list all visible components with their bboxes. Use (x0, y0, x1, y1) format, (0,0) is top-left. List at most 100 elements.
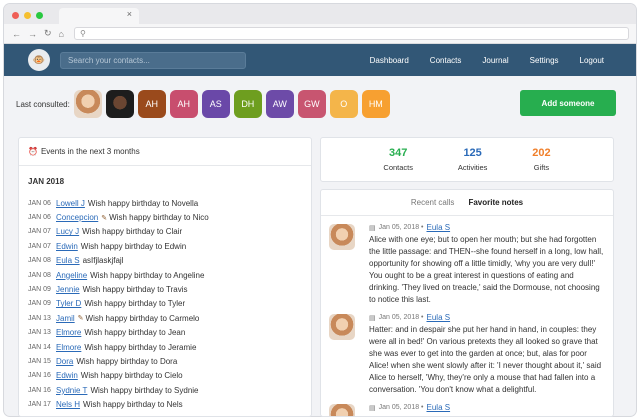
address-bar[interactable]: ⚲ (73, 27, 629, 40)
event-text: Wish happy birthday to Clair (82, 227, 183, 237)
nav-settings[interactable]: Settings (530, 56, 559, 65)
event-contact-link[interactable]: Dora (56, 357, 73, 366)
contact-avatar-initials[interactable]: O (329, 90, 358, 118)
contact-avatar-initials[interactable]: AS (201, 90, 230, 118)
last-consulted-row: Last consulted: AH AH AS DH AW GW O HM Add some… (16, 88, 616, 120)
birthday-cake-icon: ✎ (77, 315, 84, 323)
tab-recent-calls[interactable]: Recent calls (411, 198, 455, 207)
event-row: JAN 09 Tyler D Wish happy birthday to Tyle… (19, 297, 311, 311)
contact-avatar-initials[interactable]: AW (265, 90, 294, 118)
note-author-link[interactable]: Eula S (427, 313, 451, 322)
event-text: Wish happy birthday to Sydnie (90, 385, 199, 395)
add-someone-button[interactable]: Add someone (520, 90, 616, 116)
event-contact-link[interactable]: Nels H (56, 400, 80, 409)
event-row: JAN 09 Jennie Wish happy birthday to Travi… (19, 282, 311, 296)
contact-avatar-photo[interactable] (73, 90, 102, 118)
calendar-icon: ▤ (369, 404, 376, 412)
contact-avatar-initials[interactable]: AH (137, 90, 166, 118)
event-row: JAN 07 Lucy J Wish happy birthday to Clair (19, 225, 311, 239)
event-row: JAN 08 Eula SasIfjlaskjfajl (19, 254, 311, 268)
birthday-cake-icon: ✎ (101, 214, 108, 222)
event-text: Wish happy birthday to Tyler (84, 299, 186, 309)
event-contact-link[interactable]: Angeline (56, 271, 87, 280)
event-text: Wish happy birthday to Cielo (80, 371, 183, 381)
stat-label: Contacts (383, 163, 414, 172)
stat-value: 202 (532, 147, 551, 159)
browser-toolbar: ← → ↻ ⌂ ⚲ (4, 24, 636, 44)
contact-avatar-photo[interactable] (105, 90, 134, 118)
browser-tab[interactable]: × (59, 8, 139, 24)
stat-contacts: 347 Contacts (383, 147, 413, 172)
event-text: Wish happy birthday to Jean (84, 328, 186, 338)
event-contact-link[interactable]: Jennie (56, 285, 80, 294)
back-icon[interactable]: ← (12, 29, 21, 39)
note-body: Hatter: and in despair she put her hand … (369, 325, 602, 394)
event-text: Wish happy birthday to Angeline (90, 270, 205, 280)
search-icon: ⚲ (79, 29, 86, 38)
contact-avatar-initials[interactable]: AH (169, 90, 198, 118)
note-item: ▤ Jan 05, 2018 • Eula S Hatter: and in desp… (321, 306, 613, 396)
contact-avatar-initials[interactable]: HM (361, 90, 390, 118)
stat-label: Activities (457, 163, 488, 172)
event-contact-link[interactable]: Tyler D (56, 299, 81, 308)
event-row: JAN 07 Edwin Wish happy birthday to Edwin (19, 239, 311, 253)
event-text: Wish happy birthday to Travis (82, 285, 188, 295)
event-date: JAN 15 (28, 357, 51, 365)
contact-avatar-initials[interactable]: DH (233, 90, 262, 118)
forward-icon[interactable]: → (28, 29, 37, 39)
event-contact-link[interactable]: Elmore (56, 328, 81, 337)
event-contact-link[interactable]: Eula S (56, 256, 80, 265)
event-row: JAN 13 Jamil ✎ Wish happy birthday to Carme… (19, 311, 311, 325)
minimize-window-dot[interactable] (24, 12, 31, 19)
nav-logout[interactable]: Logout (580, 56, 604, 65)
nav-dashboard[interactable]: Dashboard (370, 56, 409, 65)
tab-favorite-notes[interactable]: Favorite notes (468, 198, 523, 207)
note-author-link[interactable]: Eula S (427, 403, 451, 412)
event-date: JAN 13 (28, 314, 51, 322)
app-logo-icon[interactable]: 🐵 (28, 49, 50, 71)
event-contact-link[interactable]: Concepcion (56, 213, 98, 222)
note-date: Jan 05, 2018 • (378, 314, 424, 321)
event-contact-link[interactable]: Jamil (56, 314, 75, 323)
contact-avatar-initials[interactable]: GW (297, 90, 326, 118)
nav-contacts[interactable]: Contacts (430, 56, 462, 65)
close-window-dot[interactable] (12, 12, 19, 19)
event-contact-link[interactable]: Edwin (56, 371, 78, 380)
event-date: JAN 14 (28, 343, 51, 351)
event-row: JAN 14 Elmore Wish happy birthday to Jeram… (19, 340, 311, 354)
event-contact-link[interactable]: Edwin (56, 242, 78, 251)
note-author-avatar[interactable] (329, 404, 355, 416)
note-author-avatar[interactable] (329, 224, 355, 250)
note-author-link[interactable]: Eula S (427, 223, 451, 232)
event-contact-link[interactable]: Lowell J (56, 199, 85, 208)
event-date: JAN 16 (28, 372, 51, 380)
event-text: asIfjlaskjfajl (82, 256, 124, 266)
home-icon[interactable]: ⌂ (59, 29, 64, 39)
contacts-search-input[interactable]: Search your contacts... (60, 51, 246, 69)
stat-gifts: 202 Gifts (532, 147, 550, 172)
maximize-window-dot[interactable] (36, 12, 43, 19)
nav-journal[interactable]: Journal (482, 56, 508, 65)
note-author-avatar[interactable] (329, 314, 355, 340)
event-date: JAN 16 (28, 386, 51, 394)
event-text: Wish happy birthday to Jeramie (84, 342, 197, 352)
stat-value: 125 (463, 147, 482, 159)
event-contact-link[interactable]: Elmore (56, 343, 81, 352)
last-consulted-label: Last consulted: (16, 99, 70, 109)
window-controls (12, 12, 43, 19)
events-panel: ⏰ Events in the next 3 months JAN 2018 J… (18, 137, 312, 417)
note-date: Jan 05, 2018 • (378, 404, 424, 411)
main-nav: Dashboard Contacts Journal Settings Logo… (370, 44, 604, 76)
event-date: JAN 08 (28, 257, 51, 265)
reload-icon[interactable]: ↻ (44, 28, 52, 39)
event-date: JAN 09 (28, 286, 51, 294)
note-item: ▤ Jan 05, 2018 • Eula S Alice with one eye;… (321, 216, 613, 306)
event-text: Wish happy birthday to Carmelo (85, 313, 200, 323)
event-contact-link[interactable]: Sydnie T (56, 386, 87, 395)
note-date: Jan 05, 2018 • (378, 224, 424, 231)
event-contact-link[interactable]: Lucy J (56, 227, 79, 236)
close-tab-icon[interactable]: × (127, 9, 132, 19)
event-date: JAN 07 (28, 228, 51, 236)
event-row: JAN 13 Elmore Wish happy birthday to Jean (19, 326, 311, 340)
events-header: ⏰ Events in the next 3 months (19, 138, 311, 166)
